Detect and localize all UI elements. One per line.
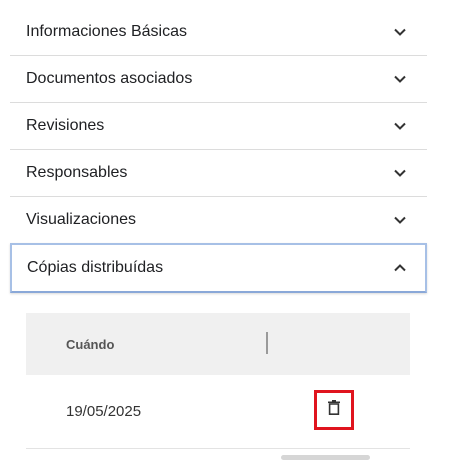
section-responsables[interactable]: Responsables bbox=[10, 150, 427, 197]
chevron-down-icon bbox=[393, 213, 407, 227]
trash-icon bbox=[328, 400, 340, 420]
chevron-up-icon bbox=[393, 261, 407, 275]
table-row: 19/05/2025 bbox=[26, 375, 410, 449]
section-label: Cópias distribuídas bbox=[27, 259, 164, 276]
section-revisiones[interactable]: Revisiones bbox=[10, 103, 427, 150]
chevron-down-icon bbox=[393, 119, 407, 133]
section-informaciones-basicas[interactable]: Informaciones Básicas bbox=[10, 9, 427, 56]
date-cell: 19/05/2025 bbox=[66, 403, 142, 420]
section-documentos-asociados[interactable]: Documentos asociados bbox=[10, 56, 427, 103]
section-label: Documentos asociados bbox=[26, 70, 193, 87]
chevron-down-icon bbox=[393, 25, 407, 39]
chevron-down-icon bbox=[393, 166, 407, 180]
section-label: Responsables bbox=[26, 164, 128, 181]
horizontal-scrollbar[interactable] bbox=[281, 455, 370, 460]
section-visualizaciones[interactable]: Visualizaciones bbox=[10, 197, 427, 244]
chevron-down-icon bbox=[393, 72, 407, 86]
section-label: Revisiones bbox=[26, 117, 105, 134]
table-header: Cuándo bbox=[26, 313, 410, 375]
delete-button[interactable] bbox=[314, 390, 354, 430]
section-label: Informaciones Básicas bbox=[26, 23, 187, 40]
accordion: Informaciones Básicas Documentos asociad… bbox=[10, 9, 427, 293]
section-copias-distribuidas[interactable]: Cópias distribuídas bbox=[10, 243, 427, 293]
column-header-when[interactable]: Cuándo bbox=[66, 337, 114, 352]
copies-table: Cuándo 19/05/2025 bbox=[26, 313, 410, 449]
section-label: Visualizaciones bbox=[26, 211, 136, 228]
column-resize-handle[interactable] bbox=[266, 332, 268, 354]
